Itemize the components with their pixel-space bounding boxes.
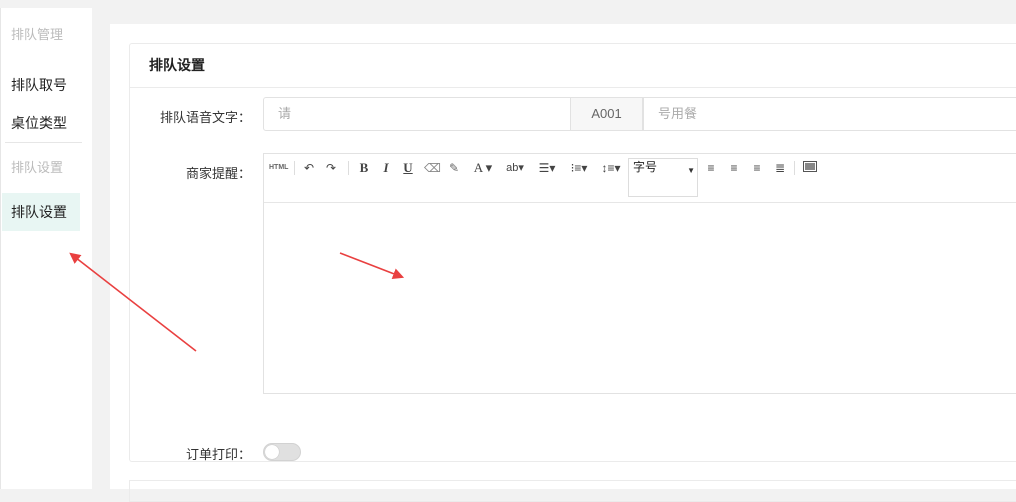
toolbar-separator [794, 161, 795, 175]
sidebar-group-queue-management: 排队管理 [11, 27, 64, 42]
sidebar-item-table-type[interactable]: 桌位类型 [1, 104, 92, 142]
rich-text-editor: HTML ↶ ↷ B I U ⌫ ✎ A ▾ ab▾ ☰▾ ⁝≡▾ ↕≡▾ 字号… [263, 153, 1016, 394]
image-icon-graphic [803, 161, 817, 172]
align-justify-icon[interactable]: ≣ [773, 160, 787, 176]
chevron-down-icon: ▼ [687, 166, 695, 175]
sidebar-item-queue-settings[interactable]: 排队设置 [2, 193, 80, 231]
merchant-reminder-label: 商家提醒： [185, 166, 251, 181]
align-center-icon[interactable]: ≡ [750, 160, 764, 176]
align-right-icon[interactable]: ≡ [727, 160, 741, 176]
italic-icon[interactable]: I [380, 160, 392, 176]
sidebar-group-queue-settings: 排队设置 [11, 160, 64, 175]
toolbar-separator [294, 161, 295, 175]
sidebar: 排队管理 排队取号 桌位类型 排队设置 排队设置 [0, 8, 92, 489]
redo-icon[interactable]: ↷ [324, 160, 338, 176]
font-color-icon[interactable]: A ▾ [470, 160, 496, 176]
next-card [129, 480, 1016, 502]
highlight-icon[interactable]: ab▾ [502, 160, 528, 176]
html-icon[interactable]: HTML [269, 160, 288, 176]
unordered-list-icon[interactable]: ⁝≡▾ [566, 160, 592, 176]
sidebar-item-take-number[interactable]: 排队取号 [1, 66, 92, 104]
eraser-icon[interactable]: ⌫ [424, 160, 441, 176]
image-icon[interactable] [802, 160, 818, 176]
brush-icon[interactable]: ✎ [447, 160, 461, 176]
bold-icon[interactable]: B [358, 160, 370, 176]
ordered-list-icon[interactable]: ☰▾ [534, 160, 560, 176]
main-panel: 排队设置 排队语音文字： 请 A001 号用餐 商家提醒： HTML ↶ ↷ B… [110, 24, 1016, 502]
settings-card: 排队设置 排队语音文字： 请 A001 号用餐 商家提醒： HTML ↶ ↷ B… [129, 43, 1016, 462]
line-height-icon[interactable]: ↕≡▾ [598, 160, 624, 176]
voice-suffix-input[interactable]: 号用餐 [643, 97, 1016, 131]
voice-prefix-input[interactable]: 请 [263, 97, 571, 131]
toggle-knob [265, 445, 279, 459]
card-title: 排队设置 [130, 44, 1016, 88]
editor-content-area[interactable] [264, 203, 1016, 393]
order-print-toggle[interactable] [263, 443, 301, 461]
toolbar-separator [348, 161, 349, 175]
font-size-select[interactable]: 字号 ▼ [628, 158, 698, 197]
undo-icon[interactable]: ↶ [302, 160, 316, 176]
order-print-label: 订单打印： [185, 447, 251, 462]
font-size-value: 字号 [633, 160, 658, 174]
editor-toolbar: HTML ↶ ↷ B I U ⌫ ✎ A ▾ ab▾ ☰▾ ⁝≡▾ ↕≡▾ 字号… [264, 154, 1016, 203]
voice-text-label: 排队语音文字： [159, 110, 251, 125]
underline-icon[interactable]: U [402, 160, 414, 176]
align-left-icon[interactable]: ≡ [704, 160, 718, 176]
voice-number-addon: A001 [570, 97, 643, 131]
